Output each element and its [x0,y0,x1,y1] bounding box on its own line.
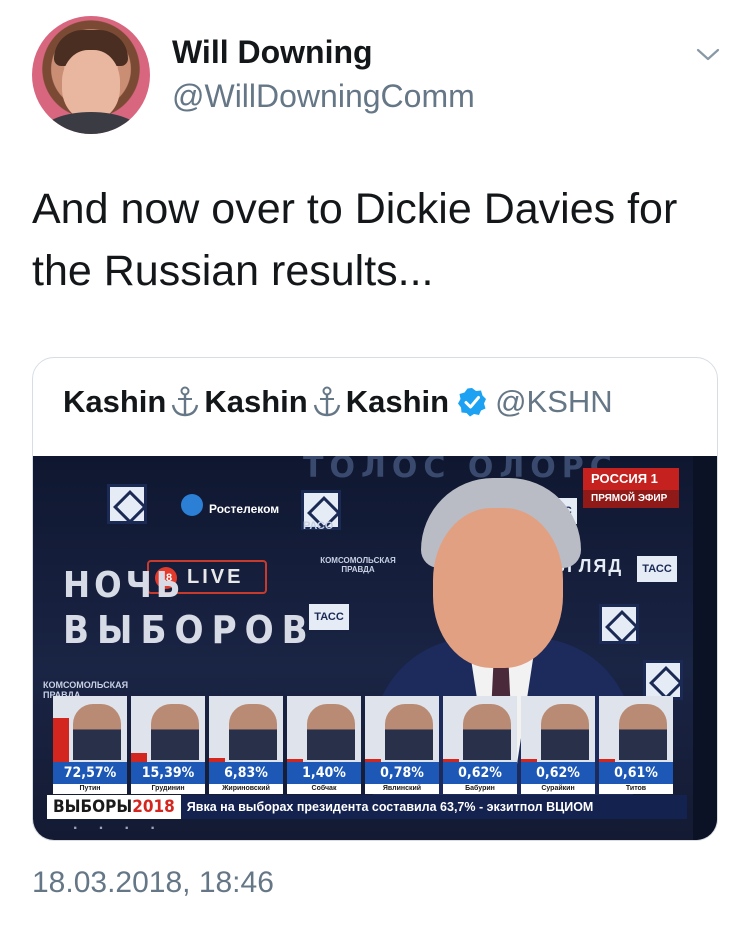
candidate-percent: 0,61% [599,762,673,784]
candidate-name: Сурайкин [521,784,595,794]
candidate-result: 0,78% Явлинский [365,696,439,794]
tweet-text: And now over to Dickie Davies for the Ru… [32,185,678,295]
quoted-name-part[interactable]: Kashin [204,384,307,420]
tweet-timestamp[interactable]: 18.03.2018, 18:46 [32,866,274,900]
candidate-photo [229,704,277,760]
avatar-face [62,50,120,120]
sponsor-rostelecom: Ростелеком [209,502,280,516]
candidate-result: 1,40% Собчак [287,696,361,794]
candidate-name: Явлинский [365,784,439,794]
results-strip: 72,57% Путин 15,39% Грудинин 6,83% Жириновски… [53,696,693,794]
anchor-icon [313,386,340,417]
quoted-tweet-header: Kashin Kashin Kashin @KSHN [63,382,613,422]
candidate-photo [541,704,589,760]
avatar-shirt [42,112,140,134]
avatar[interactable] [32,16,150,134]
candidate-photo [151,704,199,760]
candidate-result: 0,62% Бабурин [443,696,517,794]
verified-icon [458,388,487,417]
candidate-photo [619,704,667,760]
ticker-year: 2018 [132,797,175,817]
candidate-result: 72,57% Путин [53,696,127,794]
author-handle[interactable]: @WillDowningComm [172,78,475,115]
candidate-photo [73,704,121,760]
author-display-name[interactable]: Will Downing [172,34,373,71]
ticker-brand: ВЫБОРЫ [53,797,133,817]
quoted-tweet-card[interactable]: Kashin Kashin Kashin @KSHN ТОЛОС ОЛОРС Р… [32,357,718,841]
anchor-icon [172,386,199,417]
quoted-name-part[interactable]: Kashin [346,384,449,420]
candidate-percent: 6,83% [209,762,283,784]
quoted-handle[interactable]: @KSHN [495,384,613,420]
ticker-sub-decor: · · · · [73,820,164,837]
candidate-share-bar [53,718,69,762]
candidate-percent: 0,78% [365,762,439,784]
candidate-photo [463,704,511,760]
speaker-face [433,508,563,668]
sponsor-paco: РАСО [303,520,334,532]
candidate-name: Жириновский [209,784,283,794]
backdrop-logo [643,660,683,700]
broadcast-image[interactable]: ТОЛОС ОЛОРС Ростелеком РАСО ТАСС ТАСС ТА… [33,456,717,840]
candidate-percent: 1,40% [287,762,361,784]
candidate-percent: 15,39% [131,762,205,784]
show-title-line1: НОЧЬ [63,565,185,606]
candidate-name: Титов [599,784,673,794]
candidate-result: 0,62% Сурайкин [521,696,595,794]
candidate-percent: 0,62% [521,762,595,784]
candidate-result: 0,61% Титов [599,696,673,794]
candidate-name: Грудинин [131,784,205,794]
rostelecom-logo-icon [181,494,203,516]
news-ticker: ВЫБОРЫ 2018 Явка на выборах президента со… [47,795,687,819]
candidate-share-bar [131,752,147,762]
sponsor-tass: ТАСС [637,556,677,582]
backdrop-logo [107,484,147,524]
candidate-name: Путин [53,784,127,794]
ticker-text: Явка на выборах президента составила 63,… [180,795,687,819]
candidate-name: Собчак [287,784,361,794]
show-title-line2: ВЫБОРОВ [63,608,316,652]
candidate-photo [385,704,433,760]
tv-frame-edge [693,456,717,840]
candidate-result: 15,39% Грудинин [131,696,205,794]
chevron-down-icon[interactable] [694,44,722,64]
candidate-name: Бабурин [443,784,517,794]
candidate-percent: 0,62% [443,762,517,784]
candidate-percent: 72,57% [53,762,127,784]
quoted-name-part[interactable]: Kashin [63,384,166,420]
candidate-photo [307,704,355,760]
candidate-result: 6,83% Жириновский [209,696,283,794]
show-title: НОЧЬ ВЫБОРОВ [63,566,316,654]
